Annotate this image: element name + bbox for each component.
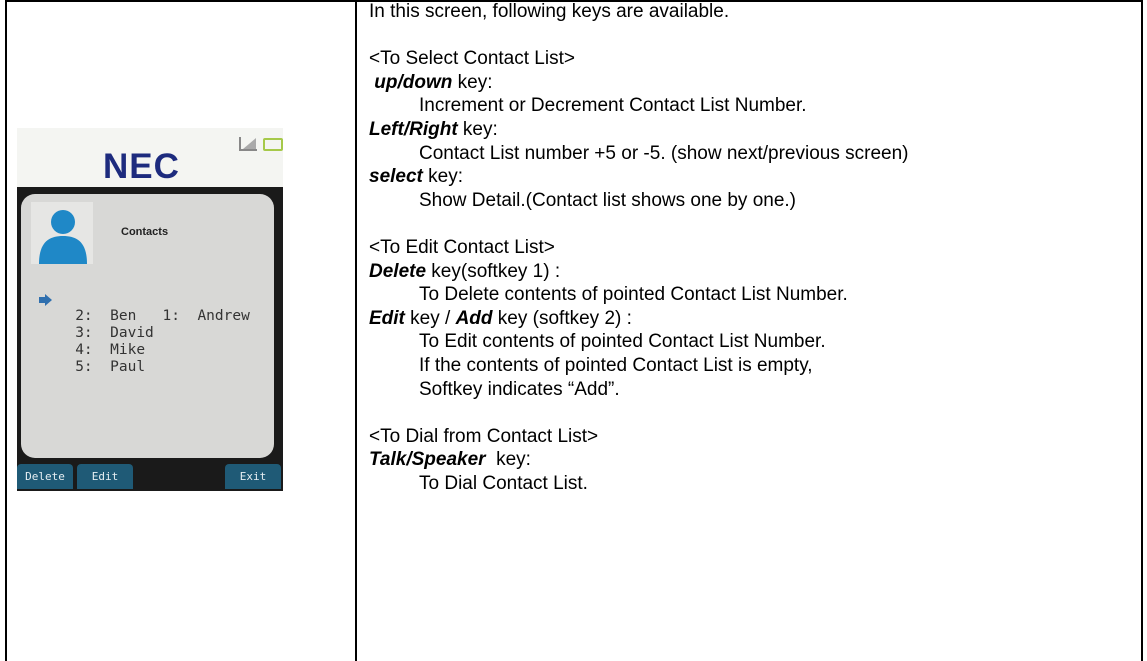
list-item[interactable]: 5: Paul: [49, 359, 250, 376]
contact-name: Paul: [110, 359, 146, 375]
talk-key-line: Talk/Speaker key:: [369, 449, 531, 471]
edit-key-line: Edit key / Add key (softkey 2) :: [369, 307, 632, 329]
edit-desc-2: If the contents of pointed Contact List …: [419, 354, 813, 376]
section-header-edit: <To Edit Contact List>: [369, 236, 555, 258]
contact-name: Mike: [110, 342, 146, 358]
updown-desc: Increment or Decrement Contact List Numb…: [419, 95, 807, 117]
edit-desc-1: To Edit contents of pointed Contact List…: [419, 331, 826, 353]
updown-key-line: up/down key:: [374, 71, 493, 93]
select-key-line: select key:: [369, 166, 463, 188]
list-item[interactable]: 2: Ben: [49, 308, 250, 325]
table-column-divider: [355, 0, 357, 661]
key-name: select: [369, 166, 423, 188]
select-desc: Show Detail.(Contact list shows one by o…: [419, 189, 797, 211]
key-name: Delete: [369, 260, 427, 282]
key-name: Edit: [369, 307, 405, 329]
nec-logo: NEC: [103, 147, 180, 186]
key-name: up/down: [374, 71, 453, 93]
avatar: [31, 202, 93, 264]
key-name: Add: [455, 307, 493, 329]
contact-number: 5:: [75, 359, 93, 375]
delete-softkey[interactable]: Delete: [17, 464, 73, 489]
panel-title: Contacts: [121, 226, 169, 238]
section-header-select: <To Select Contact List>: [369, 48, 575, 70]
leftright-key-line: Left/Right key:: [369, 118, 498, 140]
contact-number: 2:: [75, 308, 93, 324]
exit-softkey[interactable]: Exit: [225, 464, 281, 489]
pointer-arrow-icon: [39, 294, 52, 306]
table-left-border: [5, 0, 7, 661]
section-header-dial: <To Dial from Contact List>: [369, 425, 599, 447]
table-right-border: [1141, 0, 1143, 661]
list-item[interactable]: 1: Andrew: [39, 291, 250, 324]
delete-desc: To Delete contents of pointed Contact Li…: [419, 284, 848, 306]
delete-key-line: Delete key(softkey 1) :: [369, 260, 561, 282]
intro-text: In this screen, following keys are avail…: [369, 1, 730, 22]
phone-screen-illustration: NEC Contacts 1: Andrew 2: Ben 3: David 4…: [17, 128, 283, 491]
key-name: Talk/Speaker: [369, 449, 486, 471]
signal-icon: [239, 137, 257, 151]
key-description: In this screen, following keys are avail…: [369, 0, 908, 495]
edit-softkey[interactable]: Edit: [77, 464, 133, 489]
list-item[interactable]: 3: David: [49, 325, 250, 342]
contact-name: David: [110, 325, 154, 341]
contact-list: 1: Andrew 2: Ben 3: David 4: Mike 5: Pau…: [39, 291, 250, 376]
key-name: Left/Right: [369, 118, 458, 140]
battery-icon: [263, 138, 283, 151]
avatar-icon: [39, 210, 87, 264]
talk-desc: To Dial Contact List.: [419, 472, 588, 494]
contact-number: 3:: [75, 325, 93, 341]
leftright-desc: Contact List number +5 or -5. (show next…: [419, 142, 909, 164]
contact-number: 4:: [75, 342, 93, 358]
contacts-panel: Contacts 1: Andrew 2: Ben 3: David 4: Mi…: [21, 194, 274, 458]
list-item[interactable]: 4: Mike: [49, 342, 250, 359]
edit-desc-3: Softkey indicates “Add”.: [419, 378, 620, 400]
phone-status-area: NEC: [17, 128, 283, 187]
contact-name: Ben: [110, 308, 137, 324]
document-table: NEC Contacts 1: Andrew 2: Ben 3: David 4…: [0, 0, 1147, 661]
